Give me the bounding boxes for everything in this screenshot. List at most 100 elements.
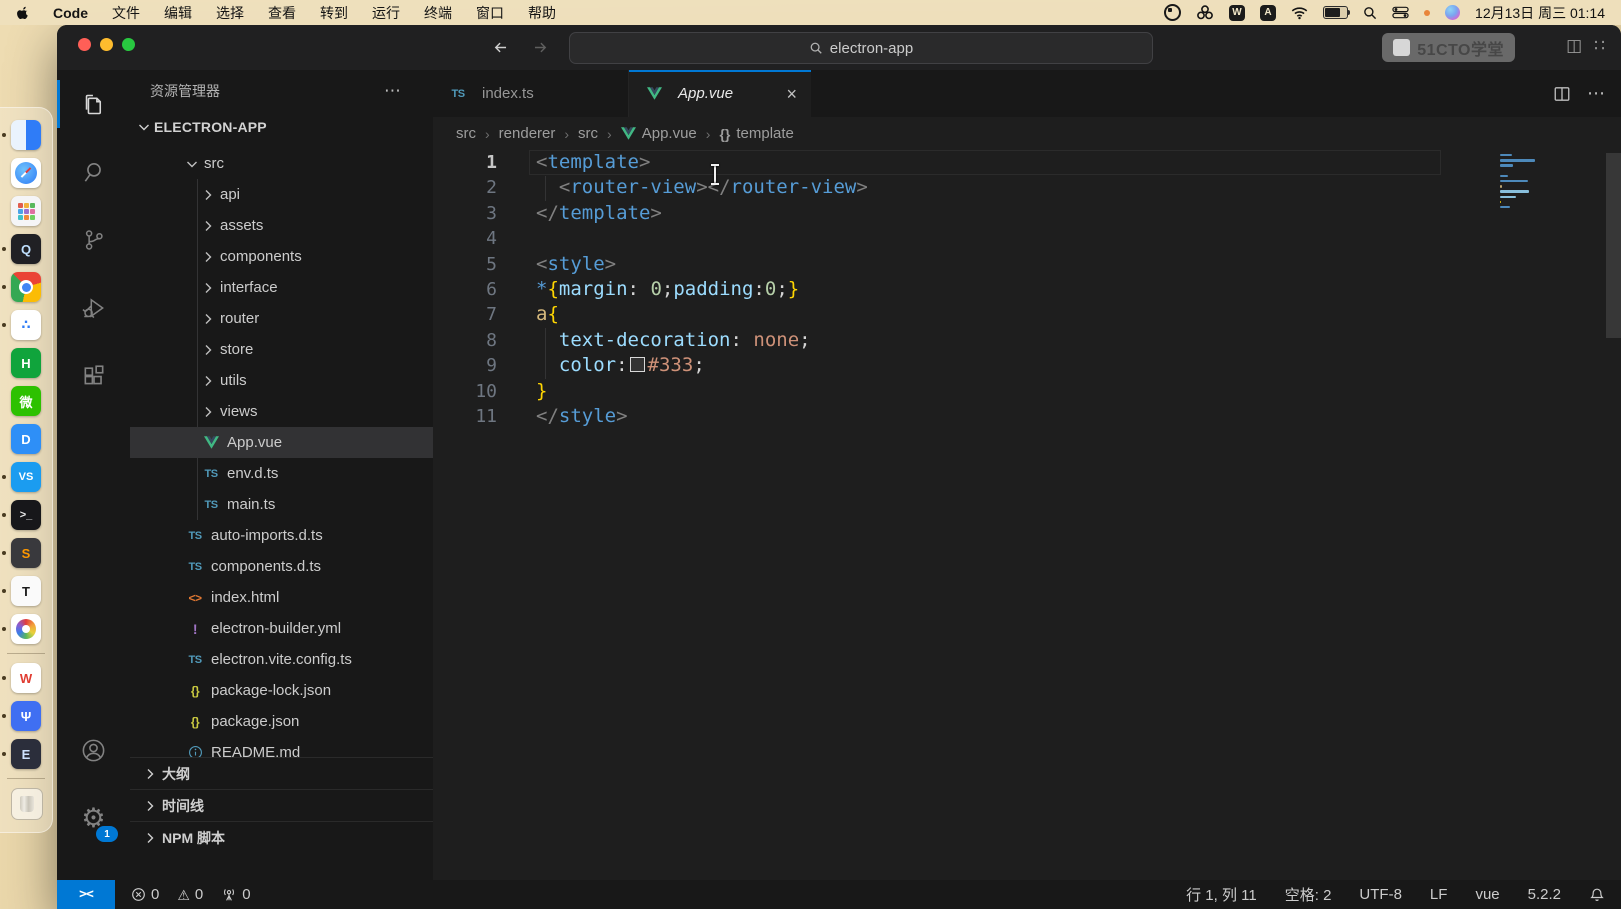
- tree-item-electron-builder-yml[interactable]: !electron-builder.yml: [130, 613, 433, 644]
- tree-item-electron-vite-config-ts[interactable]: TSelectron.vite.config.ts: [130, 644, 433, 675]
- activity-explorer[interactable]: [57, 70, 130, 138]
- tree-item-api[interactable]: api: [130, 179, 433, 210]
- dock-item-typora[interactable]: T: [11, 576, 41, 606]
- notifications-bell-icon[interactable]: [1589, 887, 1605, 903]
- status-broadcasts[interactable]: 0: [221, 886, 250, 903]
- dock-item-launchpad[interactable]: [11, 196, 41, 226]
- status-vue[interactable]: vue: [1475, 886, 1499, 903]
- grid-layout-icon[interactable]: ∷: [1594, 36, 1605, 56]
- status-2[interactable]: 空格: 2: [1285, 884, 1332, 905]
- dock-item-dingtalk[interactable]: D: [11, 424, 41, 454]
- control-center-icon[interactable]: [1392, 6, 1409, 19]
- code-line-10[interactable]: 10}: [433, 379, 1621, 404]
- tree-item-auto-imports-d-ts[interactable]: TSauto-imports.d.ts: [130, 520, 433, 551]
- menubar-item-[interactable]: 选择: [216, 3, 244, 23]
- input-source-icon[interactable]: A: [1260, 5, 1276, 21]
- dock-item-quicktime[interactable]: Q: [11, 234, 41, 264]
- more-actions-icon[interactable]: ⋯: [1587, 83, 1605, 104]
- code-line-2[interactable]: 2 <router-view></router-view>: [433, 175, 1621, 200]
- dock-item-hbuilderx[interactable]: H: [11, 348, 41, 378]
- tree-item-components-d-ts[interactable]: TScomponents.d.ts: [130, 551, 433, 582]
- panel-[interactable]: 大纲: [130, 757, 433, 789]
- code-line-3[interactable]: 3</template>: [433, 201, 1621, 226]
- tree-item-app-vue[interactable]: App.vue: [130, 427, 433, 458]
- tree-item-package-json[interactable]: {}package.json: [130, 706, 433, 737]
- dock-item-trash[interactable]: [11, 788, 41, 818]
- status-1-11[interactable]: 行 1, 列 11: [1186, 884, 1257, 905]
- code-line-1[interactable]: 1<template>: [433, 150, 1621, 175]
- dock-item-chrome[interactable]: [11, 272, 41, 302]
- code-line-8[interactable]: 8 text-decoration: none;: [433, 328, 1621, 353]
- remote-indicator[interactable]: ><: [57, 880, 115, 909]
- panel-[interactable]: 时间线: [130, 789, 433, 821]
- activity-extensions[interactable]: [57, 342, 130, 410]
- status-5-2-2[interactable]: 5.2.2: [1528, 886, 1561, 903]
- minimize-window-button[interactable]: [100, 38, 113, 51]
- dock-item-sublime-text[interactable]: S: [11, 538, 41, 568]
- split-layout-icon[interactable]: ◫: [1566, 36, 1582, 56]
- tree-item-interface[interactable]: interface: [130, 272, 433, 303]
- status-errors[interactable]: 0: [131, 886, 159, 903]
- dock-item-wechat[interactable]: 微: [11, 386, 41, 416]
- menubar-item-[interactable]: 窗口: [476, 3, 504, 23]
- menubar-item-[interactable]: 运行: [372, 3, 400, 23]
- tree-item-index-html[interactable]: <>index.html: [130, 582, 433, 613]
- menubar-item-[interactable]: 文件: [112, 3, 140, 23]
- tree-item-env-d-ts[interactable]: TSenv.d.ts: [130, 458, 433, 489]
- dock-item-deer-vpn[interactable]: Ψ: [11, 701, 41, 731]
- battery-icon[interactable]: [1323, 6, 1348, 19]
- tree-item-components[interactable]: components: [130, 241, 433, 272]
- activity-account[interactable]: [57, 716, 130, 784]
- tree-item-assets[interactable]: assets: [130, 210, 433, 241]
- tab-index-ts[interactable]: TSindex.ts: [433, 70, 629, 117]
- command-center-search[interactable]: electron-app: [569, 32, 1153, 64]
- status-warnings[interactable]: ⚠0: [177, 886, 203, 903]
- menubar-item-[interactable]: 编辑: [164, 3, 192, 23]
- wps-menubar-icon[interactable]: W: [1229, 5, 1245, 21]
- menubar-clock[interactable]: 12月13日 周三 01:14: [1475, 3, 1605, 23]
- dock-item-wps-office[interactable]: W: [11, 663, 41, 693]
- dock-item-safari[interactable]: [11, 158, 41, 188]
- activity-source-control[interactable]: [57, 206, 130, 274]
- project-root-header[interactable]: ELECTRON-APP: [130, 112, 433, 142]
- code-line-11[interactable]: 11</style>: [433, 404, 1621, 429]
- explorer-actions-icon[interactable]: ⋯: [384, 81, 403, 101]
- nav-back-button[interactable]: [487, 34, 513, 60]
- screen-record-icon[interactable]: [1164, 4, 1181, 21]
- breadcrumb-item-src[interactable]: src: [456, 125, 476, 142]
- tree-item-package-lock-json[interactable]: {}package-lock.json: [130, 675, 433, 706]
- dock-item-paint-palette[interactable]: [11, 614, 41, 644]
- status-lf[interactable]: LF: [1430, 886, 1448, 903]
- code-line-4[interactable]: 4: [433, 226, 1621, 251]
- shortcuts-icon[interactable]: [1196, 5, 1214, 20]
- tree-item-views[interactable]: views: [130, 396, 433, 427]
- siri-icon[interactable]: [1445, 5, 1460, 20]
- status-utf-8[interactable]: UTF-8: [1359, 886, 1402, 903]
- apple-logo-icon[interactable]: [16, 5, 29, 20]
- code-line-9[interactable]: 9 color:#333;: [433, 353, 1621, 378]
- menubar-item-[interactable]: 帮助: [528, 3, 556, 23]
- menubar-item-[interactable]: 查看: [268, 3, 296, 23]
- dock-item-finder[interactable]: [11, 120, 41, 150]
- tree-item-src[interactable]: src: [130, 148, 433, 179]
- menubar-item-[interactable]: 终端: [424, 3, 452, 23]
- tree-item-store[interactable]: store: [130, 334, 433, 365]
- activity-search[interactable]: [57, 138, 130, 206]
- breadcrumb-item-app-vue[interactable]: App.vue: [621, 125, 697, 142]
- panel-npm[interactable]: NPM 脚本: [130, 821, 433, 853]
- breadcrumb-item-renderer[interactable]: renderer: [499, 125, 556, 142]
- dock-item-electron[interactable]: E: [11, 739, 41, 769]
- breadcrumb-item-src[interactable]: src: [578, 125, 598, 142]
- tree-item-utils[interactable]: utils: [130, 365, 433, 396]
- tree-item-main-ts[interactable]: TSmain.ts: [130, 489, 433, 520]
- split-editor-icon[interactable]: [1553, 85, 1571, 103]
- activity-run-debug[interactable]: [57, 274, 130, 342]
- code-editor[interactable]: 1<template>2 <router-view></router-view>…: [433, 150, 1621, 880]
- breadcrumb-item-template[interactable]: {}template: [719, 125, 793, 142]
- wifi-icon[interactable]: [1291, 6, 1308, 20]
- tree-item-router[interactable]: router: [130, 303, 433, 334]
- close-window-button[interactable]: [78, 38, 91, 51]
- code-line-7[interactable]: 7a{: [433, 302, 1621, 327]
- nav-forward-button[interactable]: [527, 34, 553, 60]
- menubar-app-name[interactable]: Code: [53, 5, 88, 21]
